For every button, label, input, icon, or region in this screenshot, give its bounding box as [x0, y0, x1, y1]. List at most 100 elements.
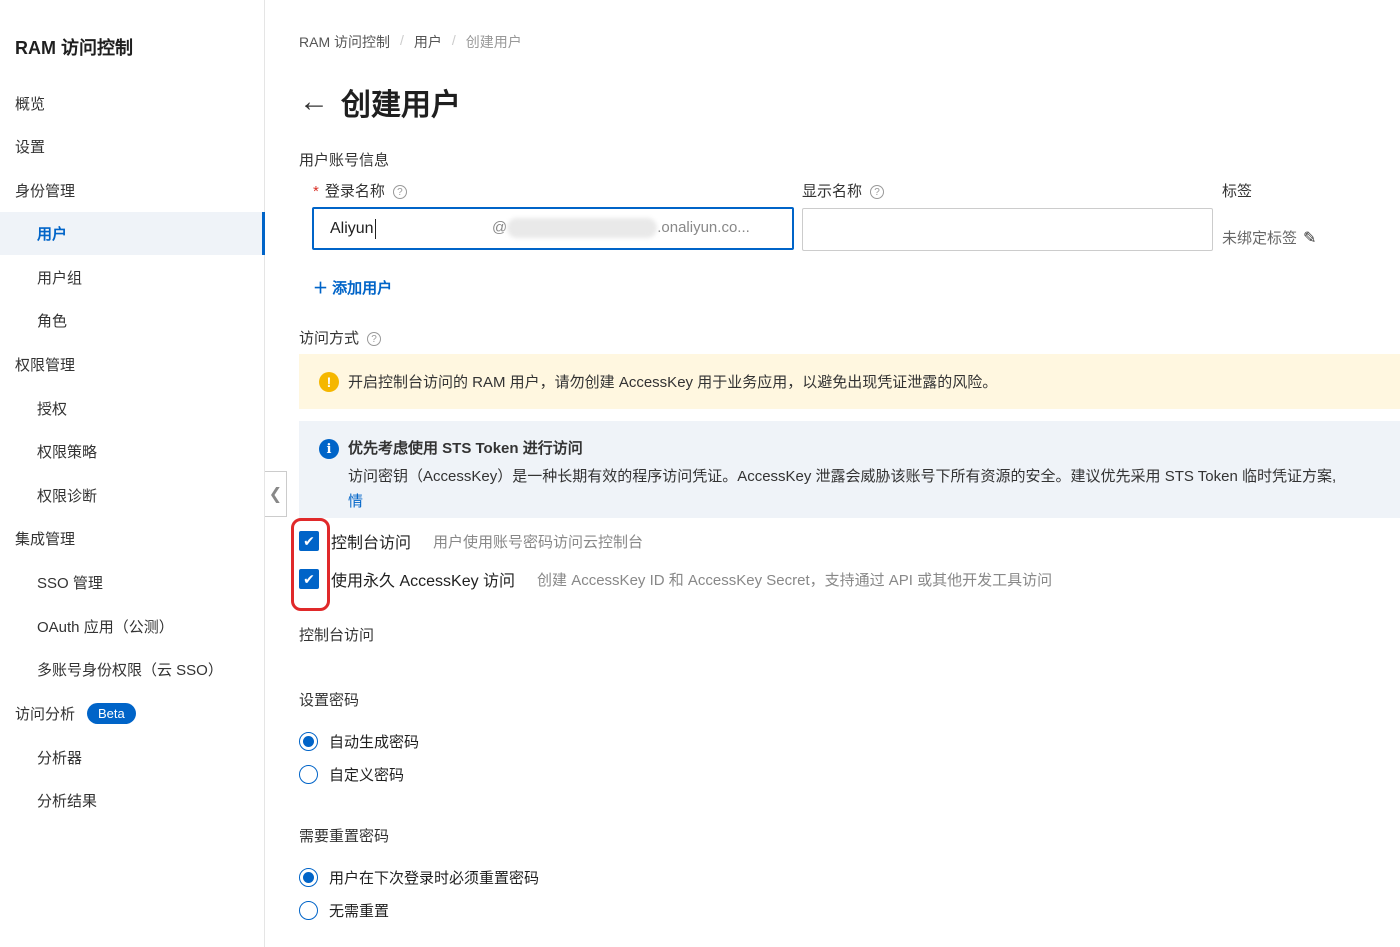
- no-reset-label: 无需重置: [329, 903, 390, 920]
- edit-icon[interactable]: ✎: [1303, 228, 1316, 248]
- sidebar-item-label: 多账号身份权限（云 SSO）: [37, 662, 223, 679]
- sidebar-item-user-groups[interactable]: 用户组: [0, 256, 264, 299]
- sidebar-item-label: 用户组: [37, 270, 83, 287]
- breadcrumb-separator: /: [400, 32, 404, 48]
- sidebar-item-label: 用户: [37, 226, 68, 243]
- access-method-label: 访问方式?: [299, 327, 382, 348]
- custom-password-option[interactable]: 自定义密码: [299, 764, 404, 785]
- sidebar-item-label: 集成管理: [15, 531, 76, 548]
- access-method-heading: 访问方式: [299, 330, 360, 347]
- sidebar-item-label: 概览: [15, 96, 46, 113]
- auto-password-radio[interactable]: [299, 732, 318, 751]
- sidebar-item-settings[interactable]: 设置: [0, 125, 264, 168]
- sidebar-item-users[interactable]: 用户: [0, 212, 265, 255]
- help-icon[interactable]: ?: [870, 185, 885, 200]
- info-title: 优先考虑使用 STS Token 进行访问: [348, 440, 583, 457]
- sidebar-item-findings[interactable]: 分析结果: [0, 779, 264, 822]
- auto-password-label: 自动生成密码: [329, 734, 420, 751]
- sidebar-item-label: 角色: [37, 313, 68, 330]
- annotation-highlight: [291, 518, 330, 611]
- login-name-label: * 登录名称?: [313, 180, 407, 201]
- domain-tail: .onaliyun.co...: [657, 218, 750, 236]
- sidebar-group-identity[interactable]: 身份管理: [0, 169, 264, 212]
- tags-value: 未绑定标签: [1222, 230, 1298, 247]
- console-access-option[interactable]: ✔ 控制台访问 用户使用账号密码访问云控制台: [299, 529, 643, 553]
- account-info-heading: 用户账号信息: [299, 152, 390, 169]
- auto-password-option[interactable]: 自动生成密码: [299, 731, 419, 752]
- breadcrumb-current: 创建用户: [465, 34, 522, 50]
- sidebar-item-overview[interactable]: 概览: [0, 82, 264, 125]
- page-header: ← 创建用户: [299, 80, 461, 124]
- reset-password-heading: 需要重置密码: [299, 828, 390, 845]
- page-title: 创建用户: [341, 89, 461, 122]
- no-reset-radio[interactable]: [299, 901, 318, 920]
- sidebar-item-label: 权限策略: [37, 444, 98, 461]
- accesskey-access-label: 使用永久 AccessKey 访问: [331, 573, 516, 590]
- sidebar-item-cloud-sso[interactable]: 多账号身份权限（云 SSO）: [0, 648, 264, 691]
- sidebar-item-label: 授权: [37, 401, 68, 418]
- tags-field[interactable]: 未绑定标签 ✎: [1222, 227, 1316, 248]
- login-name-input[interactable]: Aliyun @ .onaliyun.co...: [312, 207, 794, 250]
- console-access-heading: 控制台访问: [299, 627, 375, 644]
- warning-icon: !: [319, 371, 339, 392]
- back-arrow-icon[interactable]: ←: [299, 83, 329, 121]
- sidebar-item-analyzers[interactable]: 分析器: [0, 736, 264, 779]
- tags-label: 标签: [1222, 183, 1253, 200]
- must-reset-radio[interactable]: [299, 868, 318, 887]
- chevron-left-icon: ❮: [268, 486, 283, 503]
- set-password-heading: 设置密码: [299, 692, 360, 709]
- warning-alert: ! 开启控制台访问的 RAM 用户，请勿创建 AccessKey 用于业务应用，…: [299, 354, 1400, 409]
- sidebar-item-label: 访问分析: [15, 706, 76, 723]
- display-name-input[interactable]: [802, 208, 1213, 251]
- add-user-button[interactable]: ＋ 添加用户: [313, 277, 392, 298]
- no-reset-option[interactable]: 无需重置: [299, 900, 389, 921]
- must-reset-label: 用户在下次登录时必须重置密码: [329, 870, 540, 887]
- must-reset-option[interactable]: 用户在下次登录时必须重置密码: [299, 867, 539, 888]
- domain-suffix: @ .onaliyun.co...: [492, 218, 750, 238]
- accesskey-access-desc: 创建 AccessKey ID 和 AccessKey Secret，支持通过 …: [537, 571, 1053, 589]
- sidebar-item-label: 设置: [15, 139, 46, 156]
- sidebar-item-diagnosis[interactable]: 权限诊断: [0, 474, 264, 517]
- sidebar-item-label: OAuth 应用（公测）: [37, 619, 174, 636]
- breadcrumb: RAM 访问控制 / 用户 / 创建用户: [299, 32, 522, 52]
- sidebar-item-policies[interactable]: 权限策略: [0, 430, 264, 473]
- custom-password-label: 自定义密码: [329, 767, 405, 784]
- required-asterisk: *: [313, 183, 319, 200]
- info-description: 访问密钥（AccessKey）是一种长期有效的程序访问凭证。AccessKey …: [348, 468, 1337, 486]
- sidebar-item-label: 权限诊断: [37, 488, 98, 505]
- breadcrumb-users[interactable]: 用户: [414, 32, 442, 52]
- info-icon: i: [319, 439, 339, 460]
- sidebar-group-access-analysis[interactable]: 访问分析 Beta: [0, 692, 264, 735]
- sidebar-item-sso[interactable]: SSO 管理: [0, 561, 264, 604]
- info-alert: i 优先考虑使用 STS Token 进行访问 访问密钥（AccessKey）是一…: [299, 421, 1400, 518]
- sidebar-item-label: SSO 管理: [37, 575, 103, 592]
- info-link[interactable]: 情: [348, 490, 1400, 511]
- sidebar-item-roles[interactable]: 角色: [0, 299, 264, 342]
- warning-text: 开启控制台访问的 RAM 用户，请勿创建 AccessKey 用于业务应用，以避…: [348, 374, 998, 391]
- sidebar-group-integration[interactable]: 集成管理: [0, 517, 264, 560]
- redacted-account-id: [507, 218, 658, 238]
- sidebar-item-label: 分析结果: [37, 793, 98, 810]
- custom-password-radio[interactable]: [299, 765, 318, 784]
- sidebar-item-label: 身份管理: [15, 183, 76, 200]
- sidebar-group-permissions[interactable]: 权限管理: [0, 343, 264, 386]
- sidebar-item-grants[interactable]: 授权: [0, 387, 264, 430]
- accesskey-access-option[interactable]: ✔ 使用永久 AccessKey 访问 创建 AccessKey ID 和 Ac…: [299, 567, 1052, 591]
- sidebar-item-label: 权限管理: [15, 357, 76, 374]
- sidebar-collapse-button[interactable]: ❮: [265, 471, 287, 517]
- help-icon[interactable]: ?: [392, 185, 407, 200]
- login-name-label-text: 登录名称: [324, 183, 385, 200]
- text-caret: [374, 218, 376, 239]
- console-access-label: 控制台访问: [331, 535, 412, 552]
- help-icon[interactable]: ?: [367, 332, 382, 347]
- display-name-label-text: 显示名称: [802, 183, 863, 200]
- sidebar: RAM 访问控制 概览 设置 身份管理 用户 用户组 角色 权限管理 授权 权限…: [0, 0, 265, 947]
- breadcrumb-separator: /: [451, 32, 456, 48]
- sidebar-item-label: 分析器: [37, 750, 83, 767]
- login-name-value: Aliyun: [330, 219, 374, 237]
- console-access-desc: 用户使用账号密码访问云控制台: [433, 533, 644, 551]
- display-name-label: 显示名称?: [802, 180, 885, 201]
- sidebar-item-oauth[interactable]: OAuth 应用（公测）: [0, 605, 264, 648]
- breadcrumb-ram[interactable]: RAM 访问控制: [299, 32, 390, 52]
- domain-at: @: [492, 218, 508, 236]
